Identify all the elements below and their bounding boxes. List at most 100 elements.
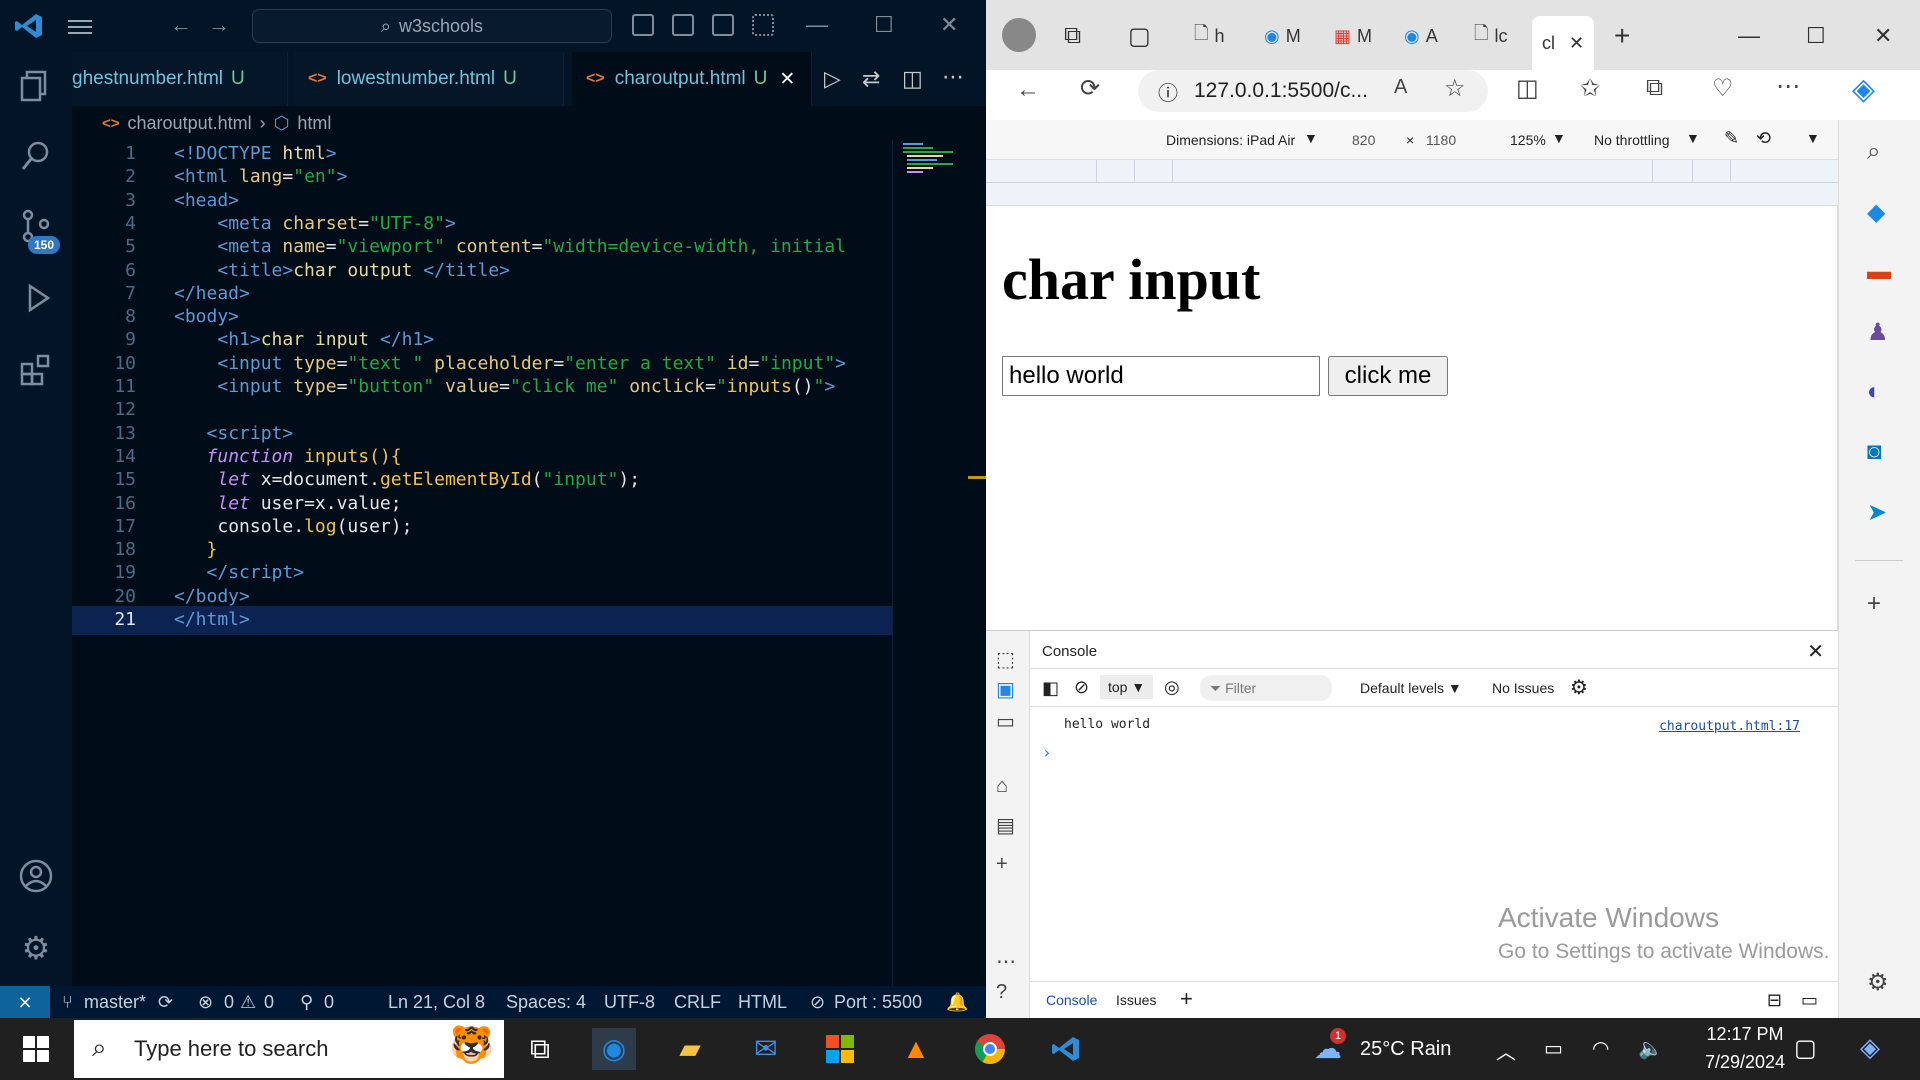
git-branch[interactable]: master* <box>84 992 146 1013</box>
close-window-icon[interactable]: ✕ <box>1874 16 1892 56</box>
run-icon[interactable]: ▷ <box>824 66 841 92</box>
copilot-icon[interactable]: ◈ <box>1852 72 1875 107</box>
outlook-icon[interactable]: ◙ <box>1867 438 1882 466</box>
context-select[interactable]: top ▼ <box>1100 675 1154 699</box>
filter-input[interactable]: ⏷ Filter <box>1200 675 1332 701</box>
tab-highestnumber[interactable]: ghestnumber.html U <box>72 52 288 106</box>
device-emulation-icon[interactable]: ▣ <box>996 677 1015 702</box>
default-levels-select[interactable]: Default levels ▼ <box>1360 680 1462 696</box>
editor-scrollbar[interactable] <box>968 140 986 986</box>
favorite-star-icon[interactable]: ☆ <box>1444 74 1466 103</box>
search-icon[interactable]: ⌕ <box>1867 138 1880 166</box>
tools-icon[interactable]: ▬ <box>1867 258 1891 286</box>
chrome-icon[interactable] <box>968 1028 1012 1070</box>
search-icon[interactable] <box>16 138 56 178</box>
browser-tab-active[interactable]: cl ✕ <box>1532 16 1595 70</box>
line-ending[interactable]: CRLF <box>674 992 721 1013</box>
battery-icon[interactable]: ▭ <box>1544 1036 1563 1061</box>
close-tab-icon[interactable]: ✕ <box>779 68 795 91</box>
back-arrow-icon[interactable]: ← <box>170 12 192 38</box>
dock-icon[interactable]: ▭ <box>996 709 1015 734</box>
copilot-taskbar-icon[interactable]: ◈ <box>1860 1032 1880 1063</box>
live-server-port[interactable]: Port : 5500 <box>834 992 922 1013</box>
microsoft-store-icon[interactable] <box>818 1028 862 1070</box>
favorites-icon[interactable]: ✩ <box>1580 74 1600 103</box>
new-tab-icon[interactable]: + <box>1614 16 1630 56</box>
split-editor-icon[interactable]: ◫ <box>902 66 923 92</box>
browser-tab[interactable]: 🗋 lc <box>1474 16 1507 56</box>
encoding[interactable]: UTF-8 <box>604 992 655 1013</box>
mail-icon[interactable]: ✉ <box>744 1028 788 1070</box>
error-count[interactable]: 0 <box>224 992 234 1013</box>
tab-lowestnumber[interactable]: <> lowestnumber.html U <box>294 52 564 106</box>
add-sidebar-app-icon[interactable]: + <box>1867 590 1881 618</box>
close-tab-icon[interactable]: ✕ <box>1569 33 1584 54</box>
more-icon[interactable]: ⋯ <box>996 949 1016 974</box>
shopping-icon[interactable]: ◆ <box>1867 198 1885 227</box>
drop-icon[interactable]: ➤ <box>1867 498 1887 527</box>
vscode-taskbar-icon[interactable] <box>1044 1028 1088 1070</box>
taskbar-search-box[interactable]: ⌕ Type here to search 🐯 <box>74 1020 504 1078</box>
customize-layout-icon[interactable] <box>752 14 774 36</box>
explorer-icon[interactable] <box>16 68 56 108</box>
refresh-icon[interactable]: ⟳ <box>1080 74 1100 103</box>
breadcrumb-file[interactable]: charoutput.html <box>128 113 252 134</box>
windows-start-icon[interactable] <box>14 1028 58 1070</box>
tab-charoutput[interactable]: <> charoutput.html U ✕ <box>572 52 812 106</box>
text-input[interactable]: hello world <box>1002 356 1320 396</box>
device-height[interactable]: 1180 <box>1426 132 1456 148</box>
edge-taskbar-icon[interactable]: ◉ <box>592 1028 636 1070</box>
close-drawer-icon[interactable]: ▭ <box>1801 990 1818 1011</box>
volume-icon[interactable]: 🔈 <box>1638 1036 1663 1061</box>
profile-avatar[interactable] <box>1002 18 1036 52</box>
toggle-secondary-sidebar-icon[interactable] <box>712 14 734 36</box>
browser-tab[interactable]: 🗋 h <box>1194 16 1225 56</box>
issues-count[interactable]: No Issues <box>1492 680 1554 696</box>
maximize-icon[interactable]: ☐ <box>874 12 894 38</box>
close-icon[interactable]: ✕ <box>940 12 958 38</box>
welcome-home-icon[interactable]: ⌂ <box>996 775 1008 798</box>
command-center-search[interactable]: ⌕ w3schools <box>252 9 612 43</box>
notification-center-icon[interactable]: ▢ <box>1794 1034 1817 1063</box>
sidebar-settings-gear-icon[interactable]: ⚙ <box>1867 968 1889 997</box>
notifications-bell-icon[interactable]: 🔔 <box>946 992 968 1013</box>
settings-gear-icon[interactable]: ⚙ <box>16 928 56 968</box>
close-devtools-icon[interactable]: ✕ <box>1807 639 1824 664</box>
clock-time[interactable]: 12:17 PM <box>1690 1024 1800 1045</box>
back-arrow-icon[interactable]: ← <box>1016 76 1040 104</box>
language-mode[interactable]: HTML <box>738 992 787 1013</box>
minimize-icon[interactable]: — <box>806 12 828 38</box>
sidebar-toggle-icon[interactable]: ◧ <box>1042 678 1059 699</box>
pen-icon[interactable]: ✎ <box>1724 128 1739 149</box>
throttle-select[interactable]: No throttling <box>1594 132 1669 148</box>
zoom-select[interactable]: 125% <box>1510 132 1546 148</box>
task-view-icon[interactable]: ⧉ <box>518 1028 562 1070</box>
maximize-icon[interactable]: ☐ <box>1806 16 1826 56</box>
minimize-icon[interactable]: — <box>1738 16 1760 56</box>
clock-date[interactable]: 7/29/2024 <box>1690 1052 1800 1073</box>
weather-text[interactable]: 25°C Rain <box>1360 1038 1451 1061</box>
device-width[interactable]: 820 <box>1352 132 1375 148</box>
console-icon[interactable]: ▤ <box>996 813 1015 838</box>
clear-console-icon[interactable]: ⊘ <box>1074 677 1089 698</box>
split-screen-icon[interactable]: ◫ <box>1516 74 1539 103</box>
workspaces-icon[interactable]: ⧉ <box>1064 16 1081 56</box>
run-debug-icon[interactable] <box>16 280 56 320</box>
drawer-tab-console[interactable]: Console <box>1030 982 1114 1020</box>
browser-tab[interactable]: ◉ A <box>1404 16 1438 56</box>
drawer-tab-issues[interactable]: Issues <box>1116 992 1156 1008</box>
chevron-up-icon[interactable]: ︿ <box>1496 1036 1516 1065</box>
add-tab-icon[interactable]: + <box>1180 986 1193 1012</box>
log-source-link[interactable]: charoutput.html:17 <box>1659 719 1800 734</box>
live-expression-eye-icon[interactable]: ◎ <box>1164 677 1180 698</box>
more-actions-icon[interactable]: ⋯ <box>942 64 964 90</box>
read-aloud-icon[interactable]: A <box>1394 76 1407 99</box>
browser-tab[interactable]: ◉ M <box>1264 16 1301 56</box>
console-prompt-chevron-icon[interactable]: › <box>1042 743 1052 762</box>
click-me-button[interactable]: click me <box>1328 356 1448 396</box>
sync-icon[interactable]: ⟳ <box>158 992 173 1013</box>
vertical-tabs-icon[interactable]: ▢ <box>1128 16 1151 56</box>
browser-tab[interactable]: ▦ M <box>1334 16 1372 56</box>
warning-count[interactable]: 0 <box>264 992 274 1013</box>
accounts-icon[interactable] <box>16 858 56 898</box>
